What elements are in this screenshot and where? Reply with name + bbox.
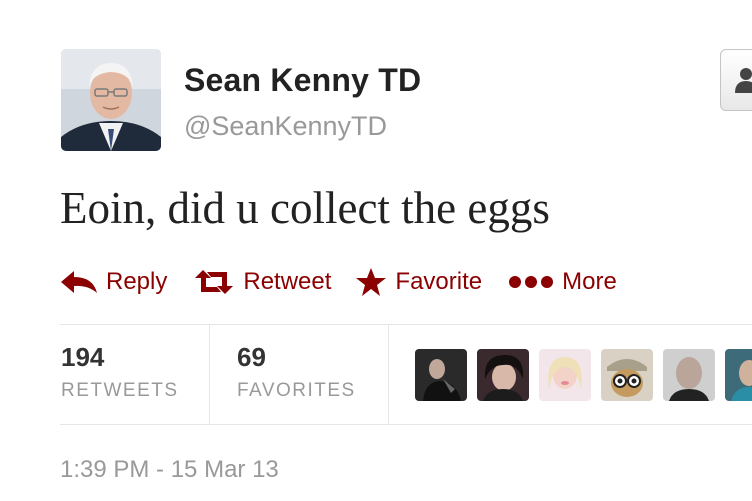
favorites-stat[interactable]: 69 FAVORITES [237, 340, 356, 402]
display-name[interactable]: Sean Kenny TD [184, 62, 421, 99]
reply-label: Reply [106, 268, 168, 295]
follow-button[interactable] [720, 49, 752, 111]
tweet-timestamp[interactable]: 1:39 PM - 15 Mar 13 [60, 456, 279, 484]
retweets-count: 194 [61, 342, 105, 372]
favoriter-avatar[interactable] [539, 349, 591, 401]
stats-divider-top [60, 324, 752, 325]
favoriter-avatar[interactable] [415, 349, 467, 401]
favoriters-list [415, 349, 752, 401]
tweet-actions: Reply Retweet Favorite More [60, 262, 617, 302]
favoriter-avatar[interactable] [477, 349, 529, 401]
favoriter-avatar[interactable] [601, 349, 653, 401]
retweet-icon [195, 270, 234, 294]
tweet-permalink: Sean Kenny TD @SeanKennyTD Eoin, did u c… [0, 0, 752, 501]
favoriter-avatar-icon [477, 349, 529, 401]
follow-person-icon [735, 68, 752, 93]
more-button[interactable]: More [508, 268, 617, 296]
stat-separator [209, 325, 210, 424]
reply-arrow-icon [61, 271, 97, 293]
stat-separator [388, 325, 389, 424]
favorite-button[interactable]: Favorite [355, 267, 482, 297]
star-icon [356, 268, 387, 296]
favoriter-avatar[interactable] [663, 349, 715, 401]
favoriter-avatar-icon [725, 349, 752, 401]
more-dots-icon [509, 276, 554, 288]
favoriter-avatar-icon [415, 349, 467, 401]
profile-avatar[interactable] [61, 49, 161, 151]
favoriter-avatar[interactable] [725, 349, 752, 401]
favoriter-avatar-icon [539, 349, 591, 401]
favorite-label: Favorite [395, 268, 483, 295]
favoriter-avatar-icon [601, 349, 653, 401]
favorites-count: 69 [237, 342, 266, 372]
screen-name[interactable]: @SeanKennyTD [184, 111, 387, 142]
tweet-text: Eoin, did u collect the eggs [60, 183, 550, 233]
retweets-label: RETWEETS [61, 380, 179, 401]
stats-divider-bottom [60, 424, 752, 425]
retweet-button[interactable]: Retweet [193, 268, 331, 296]
favorites-label: FAVORITES [237, 380, 356, 401]
more-label: More [562, 268, 617, 295]
reply-button[interactable]: Reply [60, 268, 167, 296]
profile-photo-icon [61, 49, 161, 151]
retweet-label: Retweet [243, 268, 332, 295]
favoriter-avatar-icon [663, 349, 715, 401]
retweets-stat[interactable]: 194 RETWEETS [61, 340, 179, 402]
